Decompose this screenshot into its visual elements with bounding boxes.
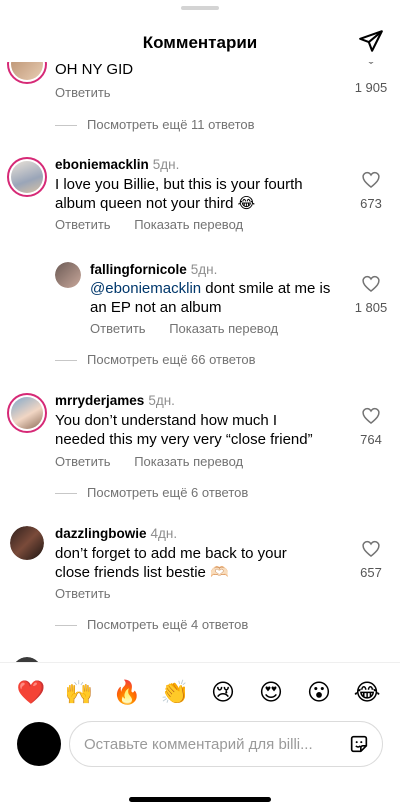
emoji-raised-hands[interactable]: 🙌 xyxy=(64,679,94,706)
reply-button[interactable]: Ответить xyxy=(90,321,146,336)
emoji-laughing[interactable]: 😂 xyxy=(352,679,382,706)
heart-icon[interactable] xyxy=(361,406,381,426)
emoji-fire[interactable]: 🔥 xyxy=(112,679,142,706)
comment-actions: Ответить Показать перевод xyxy=(55,217,263,232)
divider xyxy=(0,662,400,663)
emoji-heart-eyes[interactable]: 😍 xyxy=(256,679,286,706)
comment-text: OH NY GID xyxy=(55,61,134,78)
comment-actions: Ответить xyxy=(55,85,131,100)
page-title: Комментарии xyxy=(142,33,258,52)
reply-button[interactable]: Ответить xyxy=(55,586,111,601)
comment-username[interactable]: eboniemacklin 5дн. xyxy=(55,157,179,172)
see-translation-button[interactable]: Показать перевод xyxy=(134,454,243,469)
avatar[interactable] xyxy=(55,262,81,288)
comment-text: don’t forget to add me back to your clos… xyxy=(55,545,287,581)
emoji-clapping[interactable]: 👏 xyxy=(160,679,190,706)
reply-text: @eboniemacklin dont smile at me is an EP… xyxy=(90,280,331,316)
comment-time: 5дн. xyxy=(152,157,180,172)
view-more-replies[interactable]: Посмотреть ещё 66 ответов xyxy=(55,352,256,367)
like-count: 673 xyxy=(360,196,382,211)
view-more-replies[interactable]: Посмотреть ещё 6 ответов xyxy=(55,485,248,500)
current-user-avatar xyxy=(17,722,61,766)
mention-link[interactable]: @eboniemacklin xyxy=(90,280,201,297)
heart-icon[interactable] xyxy=(361,539,381,559)
send-icon[interactable] xyxy=(358,28,384,54)
header: Комментарии xyxy=(0,0,400,62)
see-translation-button[interactable]: Показать перевод xyxy=(169,321,278,336)
sticker-icon[interactable] xyxy=(348,733,370,755)
comment-actions: Ответить Показать перевод xyxy=(55,454,263,469)
like-count: 657 xyxy=(360,565,382,580)
comment-username[interactable]: dazzlingbowie 4дн. xyxy=(55,526,177,541)
view-more-replies[interactable]: Посмотреть ещё 4 ответов xyxy=(55,617,248,632)
home-indicator xyxy=(129,797,271,802)
reply-actions: Ответить Показать перевод xyxy=(90,321,298,336)
comment-text: You don’t understand how much I needed t… xyxy=(55,412,313,448)
comment-input[interactable]: Оставьте комментарий для billi... xyxy=(69,721,383,767)
reply-button[interactable]: Ответить xyxy=(55,454,111,469)
comment-username[interactable]: mrryderjames 5дн. xyxy=(55,393,175,408)
heart-icon[interactable] xyxy=(361,274,381,294)
like-count: 1 805 xyxy=(354,300,388,315)
see-translation-button[interactable]: Показать перевод xyxy=(134,217,243,232)
quick-emoji-bar: ❤️ 🙌 🔥 👏 😢 😍 😮 😂 xyxy=(0,672,400,712)
like-count: 1 905 xyxy=(354,80,388,95)
avatar[interactable] xyxy=(7,157,47,197)
avatar[interactable] xyxy=(10,526,44,560)
comment-time: 4дн. xyxy=(150,526,178,541)
comment-actions: Ответить xyxy=(55,586,131,601)
avatar[interactable] xyxy=(7,393,47,433)
reply-button[interactable]: Ответить xyxy=(55,217,111,232)
drag-handle[interactable] xyxy=(181,6,219,10)
heart-icon[interactable] xyxy=(361,170,381,190)
reply-time: 5дн. xyxy=(190,262,218,277)
view-more-replies[interactable]: Посмотреть ещё 11 ответов xyxy=(55,117,255,132)
comment-time: 5дн. xyxy=(148,393,175,408)
emoji-surprised[interactable]: 😮 xyxy=(304,679,334,706)
like-count: 764 xyxy=(360,432,382,447)
comments-list: OH NY GID Ответить 1 905 Посмотреть ещё … xyxy=(0,0,400,662)
reply-button[interactable]: Ответить xyxy=(55,85,111,100)
emoji-heart[interactable]: ❤️ xyxy=(16,679,46,706)
emoji-crying[interactable]: 😢 xyxy=(208,679,238,706)
comment-input-placeholder: Оставьте комментарий для billi... xyxy=(84,736,313,753)
reply-username[interactable]: fallingfornicole 5дн. xyxy=(90,262,217,277)
comment-text: I love you Billie, but this is your four… xyxy=(55,176,303,212)
